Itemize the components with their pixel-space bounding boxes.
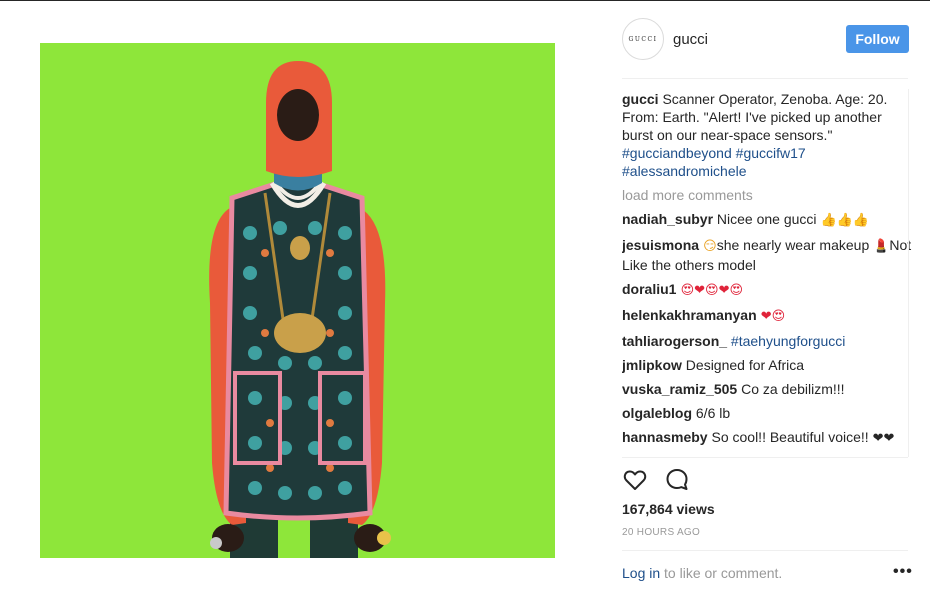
load-more-comments-button[interactable]: load more comments: [622, 186, 914, 204]
smirk-emoji: 😏: [699, 239, 717, 254]
comment-username[interactable]: jesuismona: [622, 237, 699, 253]
comment-item: jesuismona 😏she nearly wear makeup 💄Not …: [622, 236, 914, 274]
follow-button[interactable]: Follow: [846, 25, 909, 53]
login-link[interactable]: Log in: [622, 565, 660, 581]
heart-eyes-emoji: 😍❤😍❤😍: [676, 283, 744, 298]
post-photo: [40, 43, 555, 558]
post-sidebar: GUCCI gucci Follow gucci Scanner Operato…: [605, 1, 930, 599]
comment-text: Co za debilizm!!!: [737, 381, 845, 397]
comment-item: vuska_ramiz_505 Co za debilizm!!!: [622, 380, 914, 398]
login-prompt: Log in to like or comment.: [622, 565, 782, 581]
comment-username[interactable]: doraliu1: [622, 281, 676, 297]
comment-item: hannasmeby So cool!! Beautiful voice!! ❤…: [622, 428, 914, 448]
comment-item: olgaleblog 6/6 lb: [622, 404, 914, 422]
comment-text: Nicee one gucci: [713, 211, 821, 227]
avatar[interactable]: GUCCI: [622, 18, 664, 60]
comment-username[interactable]: vuska_ramiz_505: [622, 381, 737, 397]
divider: [622, 457, 908, 458]
post-header: GUCCI gucci Follow: [605, 1, 930, 79]
login-prompt-text: to like or comment.: [660, 565, 783, 581]
comment-username[interactable]: tahliarogerson_: [622, 333, 727, 349]
comment-username[interactable]: helenkakhramanyan: [622, 307, 757, 323]
post-timestamp[interactable]: 20 HOURS AGO: [622, 527, 700, 538]
divider: [622, 550, 908, 551]
black-heart-emoji: ❤❤: [872, 431, 895, 446]
hashtag-link[interactable]: #taehyungforgucci: [727, 333, 845, 349]
comment-text: 6/6 lb: [692, 405, 731, 421]
hashtag-link[interactable]: #alessandromichele: [622, 163, 747, 179]
speech-bubble-icon[interactable]: [664, 467, 690, 493]
comment-item: tahliarogerson_ #taehyungforgucci: [622, 332, 914, 350]
comment-item: doraliu1 😍❤😍❤😍: [622, 280, 914, 300]
caption: gucci Scanner Operator, Zenoba. Age: 20.…: [622, 90, 914, 180]
action-bar: [622, 467, 690, 493]
hashtag-link[interactable]: #guccifw17: [736, 145, 806, 161]
comment-text: So cool!! Beautiful voice!!: [707, 429, 873, 445]
comment-item: nadiah_subyr Nicee one gucci 👍👍👍: [622, 210, 914, 230]
comments-list[interactable]: gucci Scanner Operator, Zenoba. Age: 20.…: [622, 90, 914, 455]
thumbs-up-emoji: 👍👍👍: [820, 213, 869, 228]
post-media[interactable]: [40, 43, 555, 558]
comment-item: helenkakhramanyan ❤😍: [622, 306, 914, 326]
lipstick-emoji: 💄: [873, 239, 890, 254]
caption-username[interactable]: gucci: [622, 91, 659, 107]
comment-username[interactable]: olgaleblog: [622, 405, 692, 421]
avatar-logo-text: GUCCI: [628, 35, 658, 43]
comment-text: she nearly wear makeup: [716, 237, 874, 253]
hashtag-link[interactable]: #gucciandbeyond: [622, 145, 732, 161]
caption-text: Scanner Operator, Zenoba. Age: 20. From:…: [622, 91, 888, 143]
heart-emoji: ❤😍: [756, 309, 786, 324]
comments-scrollbar[interactable]: [908, 89, 909, 457]
comment-username[interactable]: nadiah_subyr: [622, 211, 713, 227]
divider: [622, 78, 908, 79]
heart-outline-icon[interactable]: [622, 467, 648, 493]
comment-username[interactable]: jmlipkow: [622, 357, 682, 373]
comment-item: jmlipkow Designed for Africa: [622, 356, 914, 374]
more-options-icon[interactable]: •••: [893, 563, 913, 581]
header-username[interactable]: gucci: [673, 31, 708, 48]
comment-username[interactable]: hannasmeby: [622, 429, 708, 445]
comment-text: Designed for Africa: [681, 357, 805, 373]
view-count[interactable]: 167,864 views: [622, 501, 715, 517]
